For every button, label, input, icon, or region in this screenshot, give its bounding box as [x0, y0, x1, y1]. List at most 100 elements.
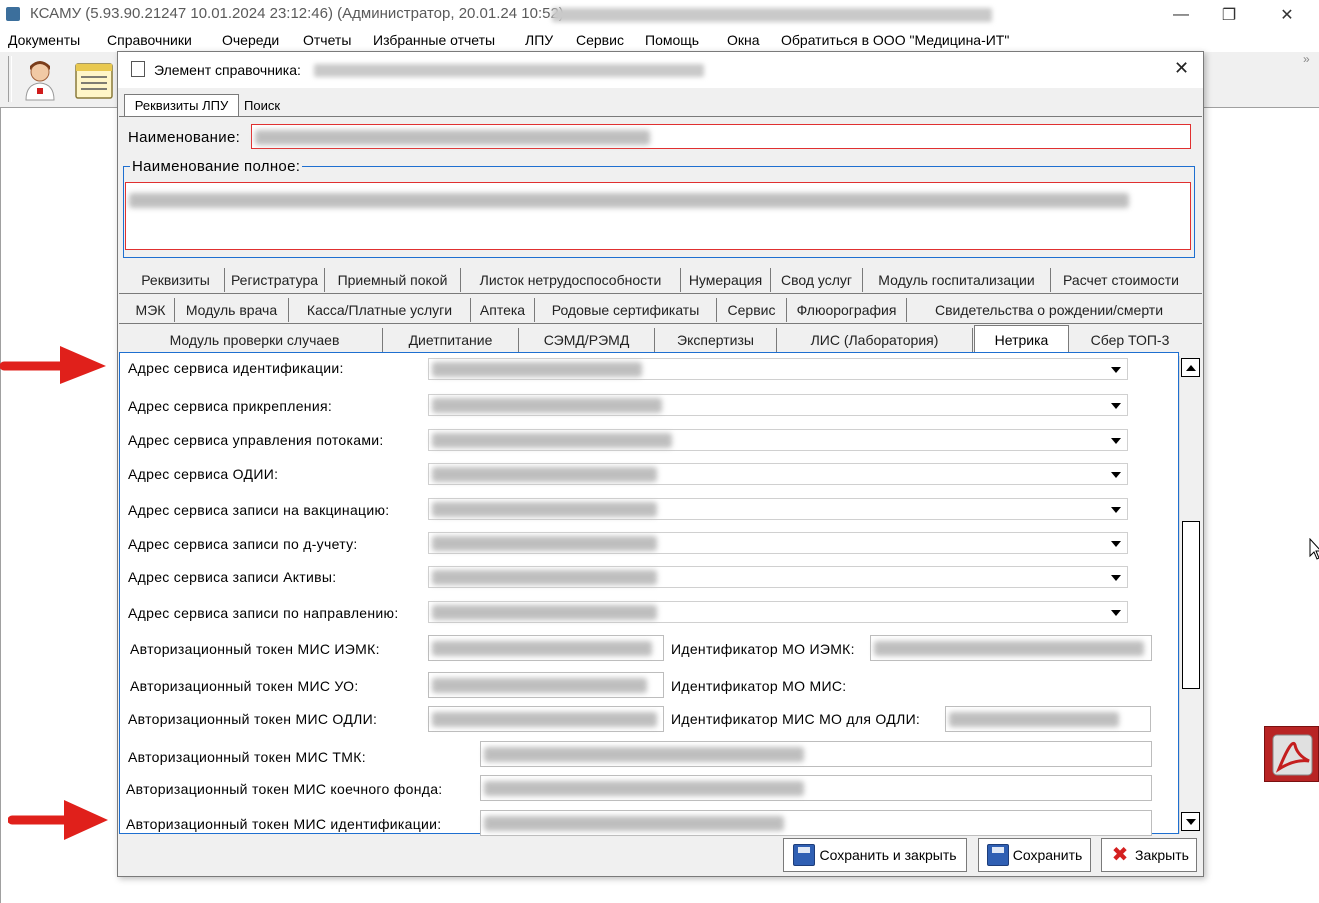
chevron-down-icon[interactable] [1111, 541, 1121, 547]
restore-button[interactable]: ❐ [1206, 0, 1252, 30]
menu-windows[interactable]: Окна [727, 32, 760, 48]
tab-hospitalization[interactable]: Модуль госпитализации [863, 268, 1051, 292]
name-input[interactable] [251, 124, 1191, 149]
chevron-down-icon[interactable] [1111, 438, 1121, 444]
iemk-token-input[interactable] [428, 635, 664, 661]
odii-service-label: Адрес сервиса ОДИИ: [128, 466, 279, 482]
toolbar-grip[interactable] [8, 56, 12, 102]
tab-lpu-requisites[interactable]: Реквизиты ЛПУ [124, 94, 239, 116]
tab-sick-leave[interactable]: Листок нетрудоспособности [461, 268, 681, 292]
d-registration-service-combo[interactable] [428, 532, 1128, 554]
blurred-title-extra [552, 8, 992, 22]
menu-reports[interactable]: Отчеты [303, 32, 351, 48]
menu-queues[interactable]: Очереди [222, 32, 279, 48]
menu-lpu[interactable]: ЛПУ [525, 32, 553, 48]
iemk-mo-id-input[interactable] [870, 635, 1152, 661]
tab-registry[interactable]: Регистратура [225, 268, 325, 292]
tab-lis[interactable]: ЛИС (Лаборатория) [777, 328, 973, 352]
tab-requisites[interactable]: Реквизиты [127, 268, 225, 292]
tab-doctor-module[interactable]: Модуль врача [175, 298, 289, 322]
acrobat-icon[interactable] [1264, 726, 1319, 782]
directory-element-dialog: Элемент справочника: ✕ Реквизиты ЛПУ Пои… [117, 51, 1204, 877]
chevron-down-icon[interactable] [1111, 472, 1121, 478]
tab-search[interactable]: Поиск [244, 98, 280, 113]
tab-services[interactable]: Свод услуг [771, 268, 863, 292]
menu-directories[interactable]: Справочники [107, 32, 192, 48]
dialog-title: Элемент справочника: [154, 62, 301, 78]
chevron-down-icon[interactable] [1111, 367, 1121, 373]
chevron-down-icon[interactable] [1111, 403, 1121, 409]
attachment-service-combo[interactable] [428, 394, 1128, 416]
minimize-button[interactable]: — [1158, 0, 1204, 30]
window-title: КСАМУ (5.93.90.21247 10.01.2024 23:12:46… [30, 5, 564, 22]
tab-netrika[interactable]: Нетрика [974, 325, 1069, 354]
vaccination-service-combo[interactable] [428, 498, 1128, 520]
uo-token-input[interactable] [428, 672, 664, 698]
tab-sber-top3[interactable]: Сбер ТОП-3 [1069, 328, 1191, 352]
tmk-token-label: Авторизационный токен МИС ТМК: [128, 749, 366, 765]
dialog-close-button[interactable]: ✕ [1174, 58, 1189, 79]
name-label: Наименование: [128, 129, 241, 146]
tab-cashier[interactable]: Касса/Платные услуги [289, 298, 471, 322]
referral-service-label: Адрес сервиса записи по направлению: [128, 605, 399, 621]
actives-service-combo[interactable] [428, 566, 1128, 588]
bed-fund-token-input[interactable] [480, 775, 1152, 801]
chevron-down-icon[interactable] [1111, 610, 1121, 616]
tab-expertise[interactable]: Экспертизы [655, 328, 777, 352]
tab-row-2: МЭК Модуль врача Касса/Платные услуги Ап… [119, 294, 1202, 324]
dialog-titlebar: Элемент справочника: ✕ [118, 52, 1203, 88]
window-close-button[interactable]: ✕ [1264, 0, 1310, 30]
window-titlebar: КСАМУ (5.93.90.21247 10.01.2024 23:12:46… [0, 0, 1319, 30]
tab-fluorography[interactable]: Флюорография [787, 298, 907, 322]
odii-service-combo[interactable] [428, 463, 1128, 485]
tab-cost-calc[interactable]: Расчет стоимости [1051, 268, 1191, 292]
tab-semd[interactable]: СЭМД/РЭМД [519, 328, 655, 352]
tab-numbering[interactable]: Нумерация [681, 268, 771, 292]
tab-case-check[interactable]: Модуль проверки случаев [127, 328, 383, 352]
doctor-icon[interactable] [22, 58, 58, 102]
iemk-mo-id-label: Идентификатор МО ИЭМК: [671, 641, 855, 657]
identification-service-combo[interactable] [428, 358, 1128, 380]
actives-service-label: Адрес сервиса записи Активы: [128, 569, 337, 585]
scroll-down-icon[interactable] [1181, 812, 1200, 831]
close-icon: ✖ [1111, 844, 1129, 866]
notepad-icon[interactable] [74, 62, 114, 100]
save-button[interactable]: Сохранить [978, 838, 1091, 872]
fullname-input[interactable] [125, 182, 1191, 250]
blurred-dialog-title [314, 64, 704, 77]
chevron-down-icon[interactable] [1111, 507, 1121, 513]
tab-service[interactable]: Сервис [717, 298, 787, 322]
document-icon [131, 61, 145, 77]
vertical-scrollbar[interactable] [1179, 356, 1201, 834]
scroll-thumb[interactable] [1182, 521, 1200, 689]
tmk-token-input[interactable] [480, 741, 1152, 767]
odli-mo-id-input[interactable] [945, 706, 1151, 732]
save-and-close-button[interactable]: Сохранить и закрыть [783, 838, 967, 872]
menu-help[interactable]: Помощь [645, 32, 699, 48]
vaccination-service-label: Адрес сервиса записи на вакцинацию: [128, 502, 390, 518]
tab-mek[interactable]: МЭК [127, 298, 175, 322]
attachment-service-label: Адрес сервиса прикрепления: [128, 398, 333, 414]
scroll-up-icon[interactable] [1181, 358, 1200, 377]
menu-service[interactable]: Сервис [576, 32, 624, 48]
menu-documents[interactable]: Документы [8, 32, 80, 48]
close-button[interactable]: ✖ Закрыть [1101, 838, 1197, 872]
referral-service-combo[interactable] [428, 601, 1128, 623]
red-arrow-icon [0, 342, 110, 384]
tab-birth-certificates[interactable]: Родовые сертификаты [535, 298, 717, 322]
identification-token-input[interactable] [480, 810, 1152, 836]
chevron-down-icon[interactable] [1111, 575, 1121, 581]
menu-favorite-reports[interactable]: Избранные отчеты [373, 32, 495, 48]
tab-diet[interactable]: Диетпитание [383, 328, 519, 352]
tab-reception[interactable]: Приемный покой [325, 268, 461, 292]
tab-birth-death-certificates[interactable]: Свидетельства о рождении/смерти [907, 298, 1191, 322]
fullname-label: Наименование полное: [130, 158, 303, 175]
flow-service-combo[interactable] [428, 429, 1128, 451]
iemk-token-label: Авторизационный токен МИС ИЭМК: [130, 641, 380, 657]
menu-contact[interactable]: Обратиться в ООО "Медицина-ИТ" [781, 32, 1009, 48]
toolbar-overflow-icon[interactable]: » [1303, 52, 1310, 66]
flow-service-label: Адрес сервиса управления потоками: [128, 432, 384, 448]
odli-token-input[interactable] [428, 706, 664, 732]
odli-token-label: Авторизационный токен МИС ОДЛИ: [128, 711, 378, 727]
tab-pharmacy[interactable]: Аптека [471, 298, 535, 322]
